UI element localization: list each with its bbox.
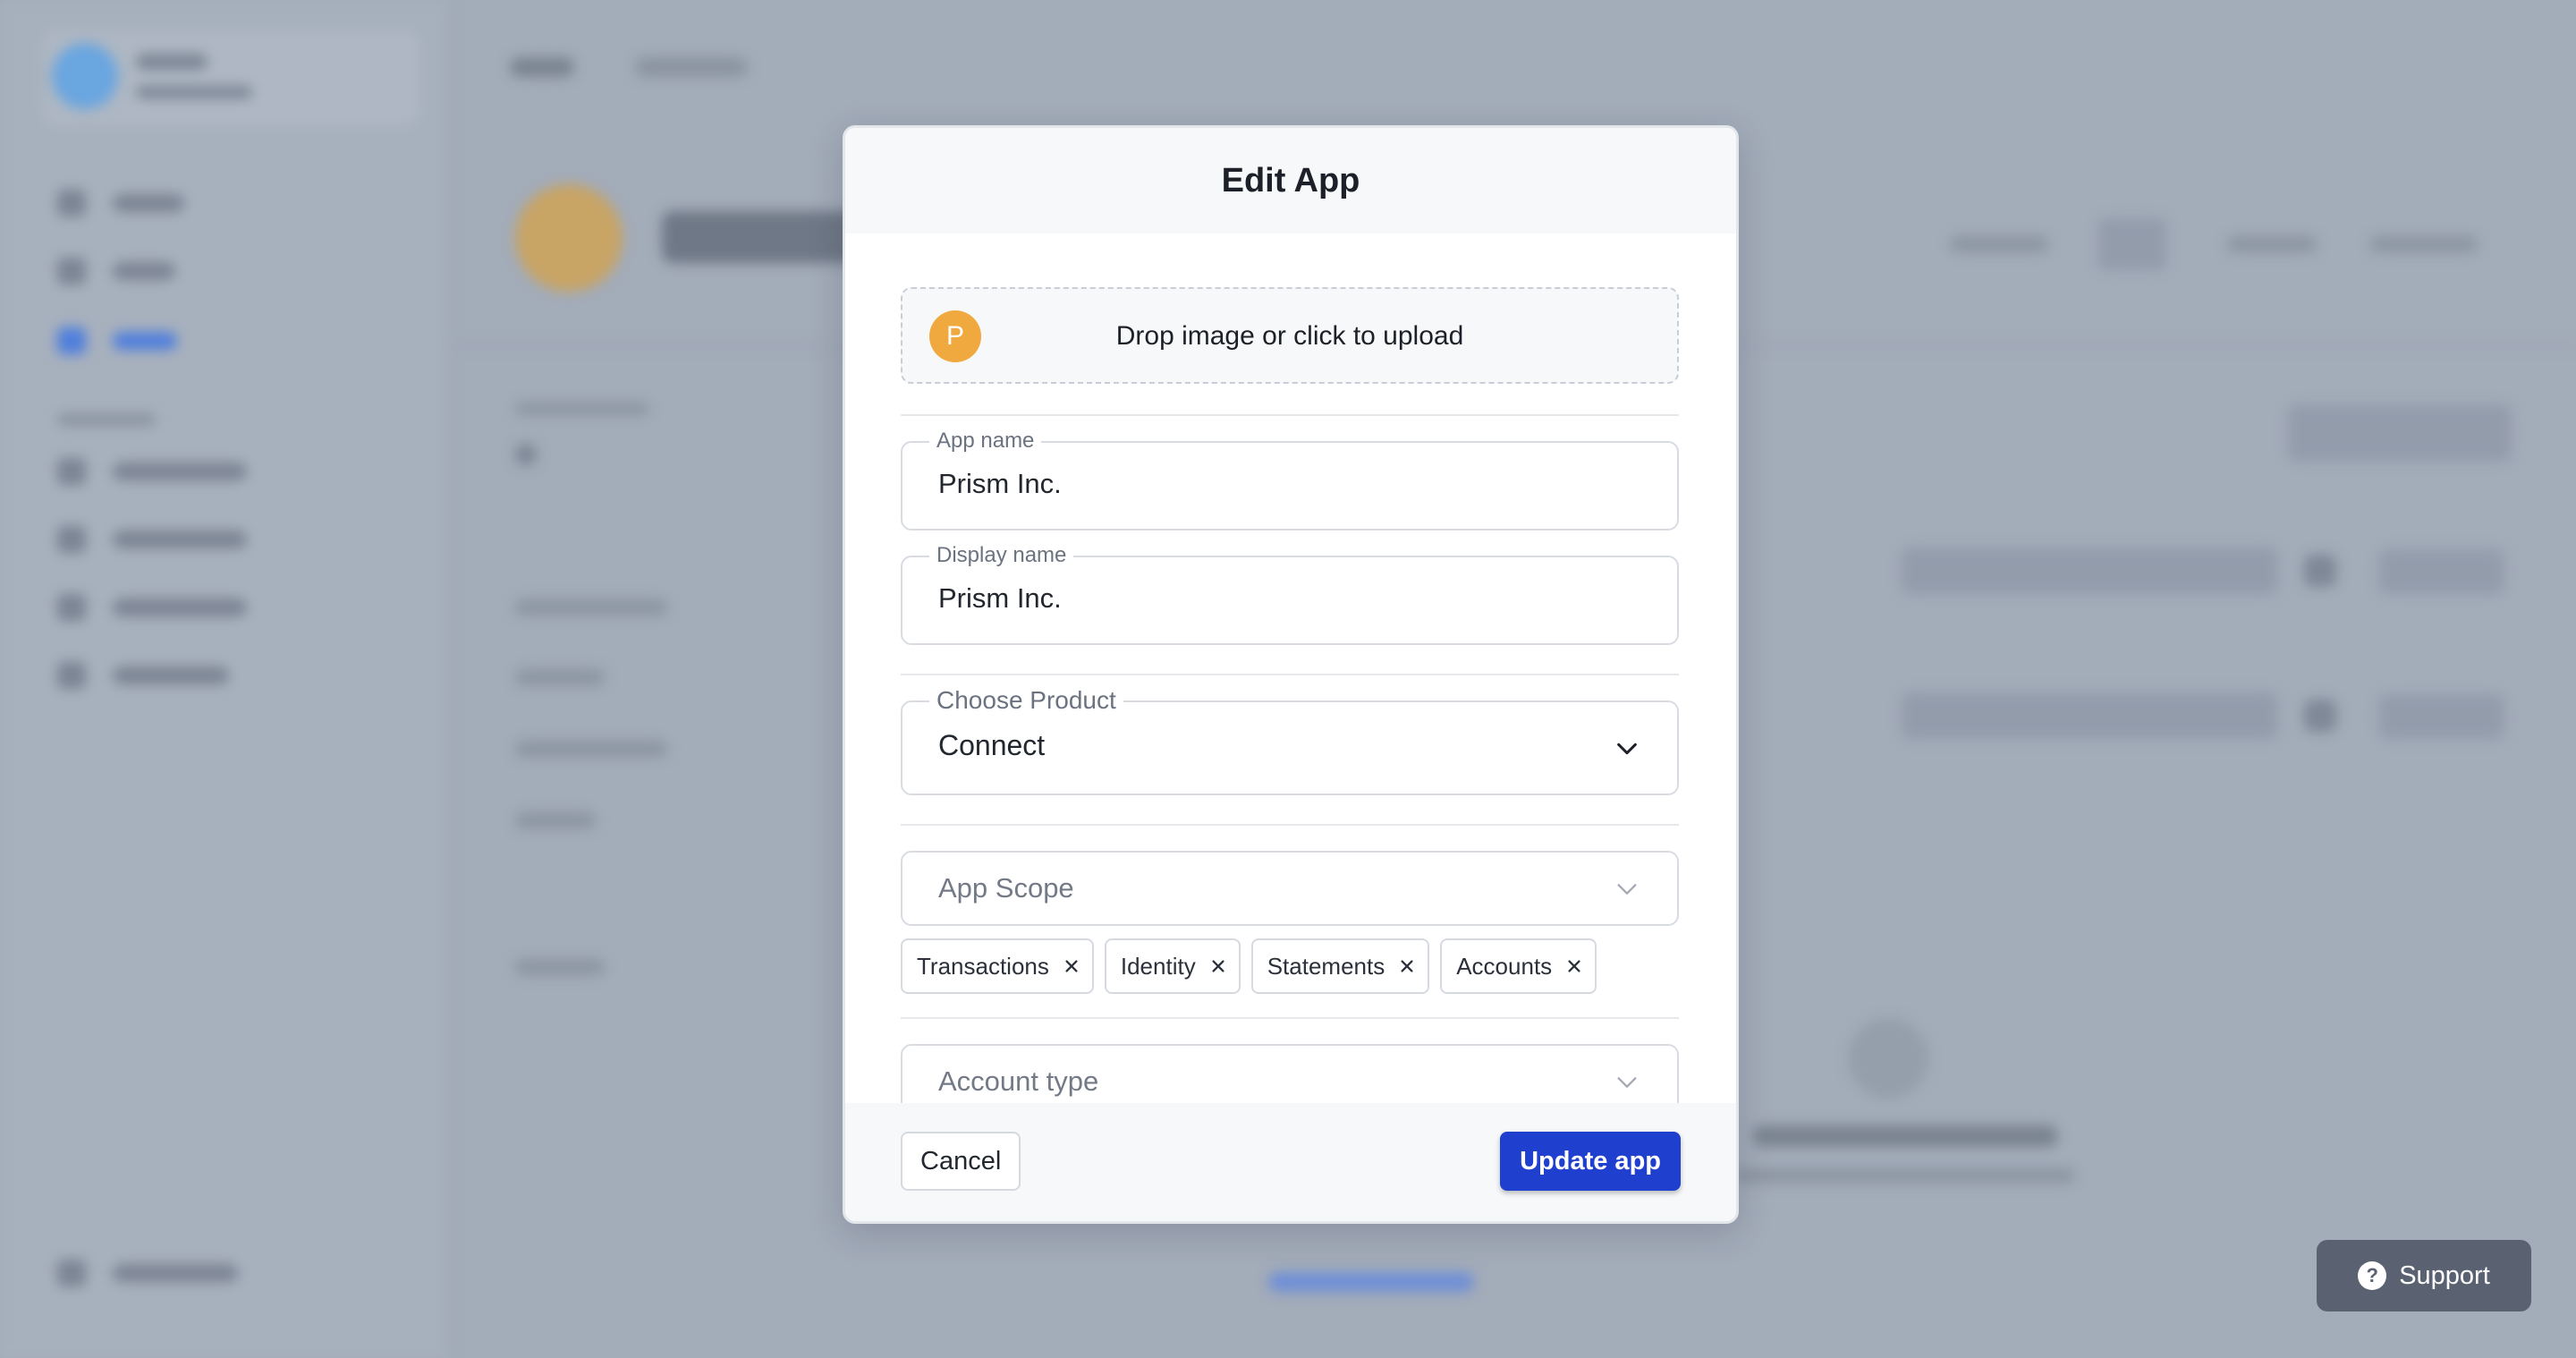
eye-icon — [2304, 555, 2336, 587]
support-label: Support — [2399, 1260, 2490, 1290]
chevron-down-icon — [1617, 743, 1637, 755]
support-button[interactable]: ? Support — [2317, 1240, 2531, 1311]
scope-chip-accounts: Accounts — [1440, 938, 1597, 994]
question-circle-icon: ? — [2358, 1261, 2387, 1290]
app-name-field[interactable]: App name — [901, 429, 1679, 530]
empty-title — [1753, 1125, 2057, 1147]
field-label — [515, 812, 596, 828]
app-scope-placeholder: App Scope — [938, 872, 1074, 904]
account-type-placeholder: Account type — [938, 1065, 1099, 1097]
chevron-down-icon — [1617, 884, 1637, 895]
show-all-button — [2288, 404, 2512, 462]
divider — [901, 824, 1679, 826]
update-app-button[interactable]: Update app — [1500, 1132, 1681, 1191]
modal-footer: Cancel Update app — [845, 1103, 1736, 1221]
divider — [901, 414, 1679, 416]
sidebar-item-label — [113, 1264, 238, 1282]
field-label — [515, 403, 649, 415]
payments-icon — [57, 662, 86, 689]
copy-button — [2379, 549, 2504, 594]
sidebar-item-label — [113, 194, 184, 212]
cashflow-icon — [57, 594, 86, 621]
workspace-sub-placeholder — [136, 86, 252, 98]
sidebar-item-label — [113, 598, 247, 616]
sidebar-item-label — [113, 530, 247, 548]
edit-action — [2227, 236, 2317, 252]
choose-product-select[interactable]: Choose Product Connect — [901, 686, 1679, 795]
main-header — [447, 0, 2576, 134]
app-scope-chips: Transactions Identity Statements Account… — [901, 938, 1679, 994]
sidebar-section-label — [57, 413, 156, 426]
app-name-label: App name — [929, 429, 1042, 454]
scope-chip-statements: Statements — [1250, 938, 1430, 994]
image-upload-dropzone[interactable]: P Drop image or click to upload — [901, 287, 1679, 384]
chevron-down-icon — [1617, 1077, 1637, 1088]
upload-text: Drop image or click to upload — [1115, 321, 1464, 351]
app-scope-select[interactable]: App Scope — [901, 851, 1679, 926]
delete-action — [2370, 236, 2478, 252]
sidebar-item-team — [57, 258, 175, 284]
sidebar — [0, 0, 449, 1358]
home-icon — [57, 190, 86, 216]
chip-label: Identity — [1120, 952, 1196, 980]
app-avatar — [515, 184, 623, 292]
sidebar-item-label — [113, 262, 175, 280]
field-value — [515, 444, 537, 465]
field-label — [515, 669, 605, 685]
workspace-switcher — [43, 30, 419, 125]
workspace-name-placeholder — [136, 54, 208, 70]
field-label — [515, 599, 667, 615]
close-icon[interactable] — [1063, 958, 1080, 974]
scope-chip-transactions: Transactions — [901, 938, 1094, 994]
display-name-input[interactable] — [938, 582, 1636, 615]
chip-label: Statements — [1267, 952, 1385, 980]
eye-icon — [2304, 700, 2336, 732]
choose-product-value: Connect — [938, 729, 1046, 761]
sidebar-item-audit-logs — [57, 1260, 238, 1286]
sidebar-item-home — [57, 190, 184, 216]
sidebar-item-label — [113, 332, 177, 350]
copy-button — [2379, 694, 2504, 739]
header-action — [2098, 218, 2166, 270]
key-field — [1902, 547, 2277, 594]
header-action — [1950, 236, 2048, 252]
display-name-field[interactable]: Display name — [901, 543, 1679, 645]
sidebar-item-statements — [57, 526, 247, 553]
statements-icon — [57, 526, 86, 553]
sidebar-item-cashflow — [57, 594, 247, 621]
field-label — [515, 741, 667, 757]
chip-label: Transactions — [917, 952, 1049, 980]
sidebar-item-label — [113, 666, 229, 684]
display-name-label: Display name — [929, 543, 1074, 568]
team-icon — [57, 258, 86, 284]
sidebar-item-payments — [57, 662, 229, 689]
customers-icon — [57, 458, 86, 485]
workspace-avatar — [52, 43, 118, 109]
close-icon[interactable] — [1399, 958, 1415, 974]
choose-product-label: Choose Product — [929, 686, 1123, 715]
modal-title: Edit App — [1221, 161, 1360, 199]
cancel-button[interactable]: Cancel — [901, 1132, 1021, 1191]
app-name-input[interactable] — [938, 468, 1636, 500]
breadcrumb — [510, 57, 574, 77]
sidebar-item-label — [113, 463, 247, 480]
close-icon[interactable] — [1210, 958, 1226, 974]
modal-header: Edit App — [845, 128, 1736, 233]
add-webhook-link — [1268, 1272, 1474, 1292]
apps-icon — [57, 327, 86, 354]
edit-app-modal: Edit App P Drop image or click to upload… — [843, 125, 1739, 1224]
close-icon[interactable] — [1566, 958, 1582, 974]
webhooks-empty-icon — [1848, 1018, 1928, 1099]
scope-chip-identity: Identity — [1104, 938, 1241, 994]
chip-label: Accounts — [1456, 952, 1553, 980]
key-field — [1902, 692, 2277, 739]
sidebar-item-apps — [57, 327, 177, 354]
divider — [901, 1017, 1679, 1019]
empty-subtitle — [1735, 1168, 2075, 1183]
field-label — [515, 959, 605, 975]
breadcrumb — [635, 57, 748, 77]
sidebar-item-customers — [57, 458, 247, 485]
audit-logs-icon — [57, 1260, 86, 1286]
divider — [901, 674, 1679, 675]
